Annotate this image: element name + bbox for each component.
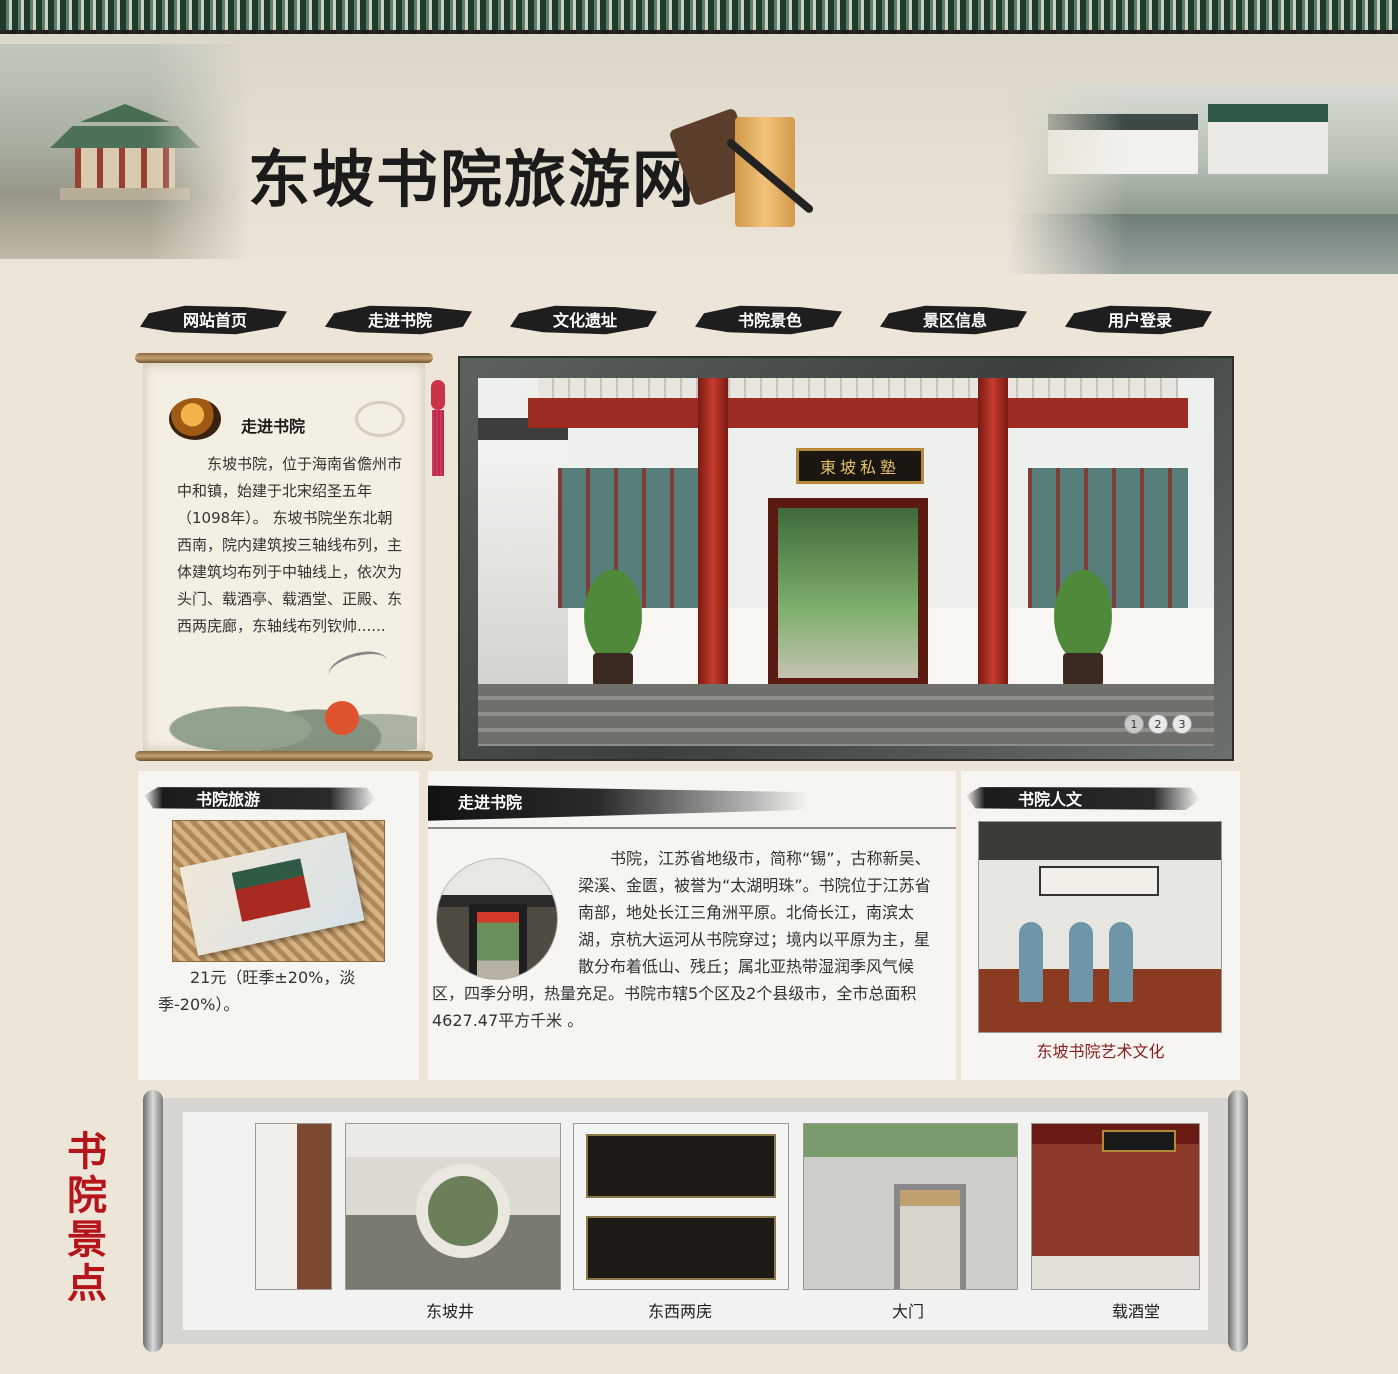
culture-caption-link[interactable]: 东坡书院艺术文化 xyxy=(961,1038,1240,1062)
nav-home[interactable]: 网站首页 xyxy=(140,297,290,341)
ticket-price: 21元（旺季±20%，淡季-20%）。 xyxy=(158,968,356,1014)
nav-about[interactable]: 走进书院 xyxy=(325,297,475,341)
scenery-caption: 大门 xyxy=(891,1302,924,1321)
tour-title: 书院旅游 xyxy=(144,787,376,810)
culture-title: 书院人文 xyxy=(966,787,1200,810)
scenery-photo-gate[interactable] xyxy=(803,1123,1018,1290)
scenery-caption: 东西两庑 xyxy=(647,1302,712,1321)
roof-tiles-decoration xyxy=(0,0,1398,40)
slide-image[interactable]: 東坡私塾 1 2 3 xyxy=(478,378,1214,746)
scroll-rod xyxy=(135,353,433,363)
mountains-decoration xyxy=(165,673,417,753)
cloud-icon xyxy=(355,401,405,437)
inkstone-brush-image xyxy=(668,102,815,252)
slider-dot-3[interactable]: 3 xyxy=(1172,714,1192,734)
scenery-photo-well[interactable] xyxy=(345,1123,561,1290)
main-nav: 网站首页 走进书院 文化遗址 书院景色 景区信息 用户登录 xyxy=(140,297,1220,341)
scenery-caption: 载酒堂 xyxy=(1111,1302,1160,1321)
scenery-title: 书院景点 xyxy=(67,1128,107,1307)
scenery-caption: 东坡井 xyxy=(425,1302,474,1321)
intro-text: 东坡书院，位于海南省儋州市中和镇，始建于北宋绍圣五年（1098年）。 东坡书院坐… xyxy=(177,455,403,635)
scroll-rod xyxy=(143,1090,163,1352)
site-header: 东坡书院旅游网 xyxy=(0,34,1398,284)
garden-image xyxy=(1008,84,1398,274)
scroll-rod xyxy=(135,751,433,761)
slider-dot-1[interactable]: 1 xyxy=(1124,714,1144,734)
tassel-decoration xyxy=(427,360,449,480)
image-slider: 東坡私塾 1 2 3 xyxy=(458,356,1234,761)
intro-scroll: 走进书院 东坡书院，位于海南省儋州市中和镇，始建于北宋绍圣五年（1098年）。 … xyxy=(135,353,433,761)
scenery-photo-corridors[interactable] xyxy=(573,1123,789,1290)
nav-login[interactable]: 用户登录 xyxy=(1065,297,1215,341)
nav-heritage[interactable]: 文化遗址 xyxy=(510,297,660,341)
about-title: 走进书院 xyxy=(428,785,808,821)
slider-dot-2[interactable]: 2 xyxy=(1148,714,1168,734)
nav-info[interactable]: 景区信息 xyxy=(880,297,1030,341)
slider-pagination: 1 2 3 xyxy=(1124,714,1192,734)
scenery-photo-hall[interactable] xyxy=(1031,1123,1200,1290)
nav-scenery[interactable]: 书院景色 xyxy=(695,297,845,341)
sun-icon xyxy=(325,701,359,735)
culture-box: 书院人文 东坡书院艺术文化 xyxy=(961,771,1240,1080)
tour-box: 书院旅游 21元（旺季±20%，淡季-20%）。 xyxy=(138,771,419,1080)
about-article: 书院，江苏省地级市，简称“锡”，古称新吴、梁溪、金匮，被誉为“太湖明珠”。书院位… xyxy=(432,845,932,1034)
tea-cup-icon xyxy=(169,398,221,440)
site-title: 东坡书院旅游网 xyxy=(248,143,697,216)
scenery-photo-partial[interactable] xyxy=(255,1123,332,1290)
culture-image[interactable] xyxy=(978,821,1222,1033)
pavilion-image xyxy=(0,44,250,259)
intro-title: 走进书院 xyxy=(241,417,306,436)
slide-plaque: 東坡私塾 xyxy=(796,448,924,484)
divider xyxy=(428,827,956,829)
scroll-paper: 走进书院 东坡书院，位于海南省儋州市中和镇，始建于北宋绍圣五年（1098年）。 … xyxy=(143,363,425,753)
ticket-image[interactable] xyxy=(172,820,385,962)
about-box: 走进书院 书院，江苏省地级市，简称“锡”，古称新吴、梁溪、金匮，被誉为“太湖明珠… xyxy=(428,771,956,1080)
